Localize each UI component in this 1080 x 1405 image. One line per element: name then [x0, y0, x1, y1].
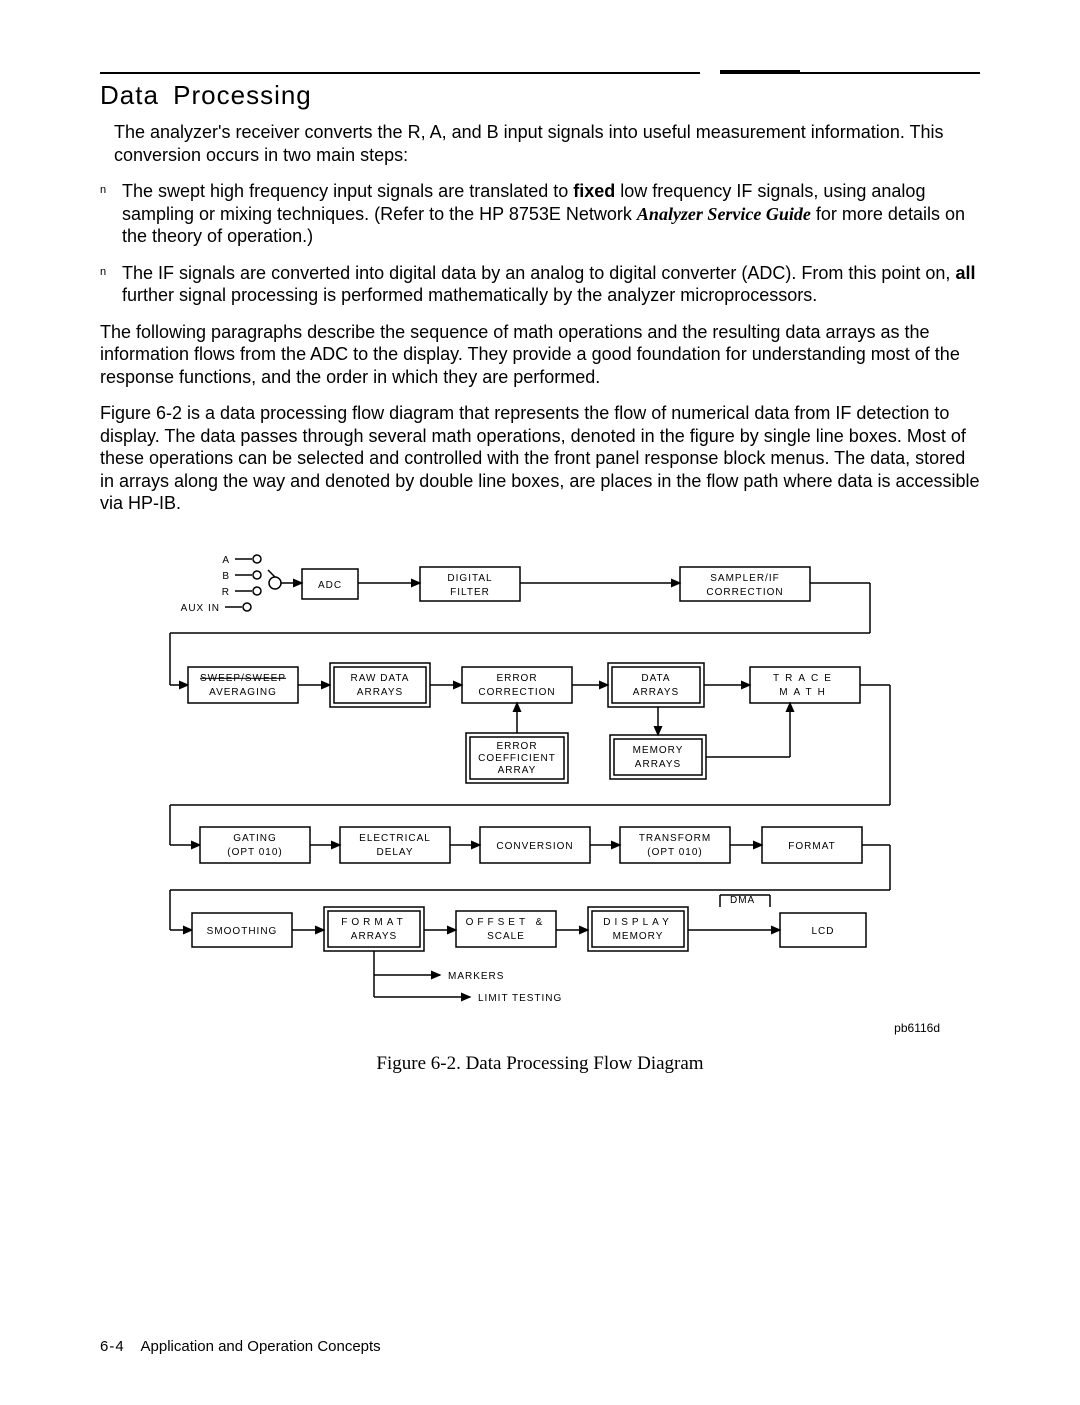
- conv-label: CONVERSION: [496, 841, 573, 852]
- smooth-label: SMOOTHING: [207, 926, 278, 937]
- bullet-marker: n: [100, 184, 106, 198]
- trace-l2: MATH: [779, 687, 831, 698]
- input-a-label: A: [222, 555, 230, 566]
- bullet-text-pre: The IF signals are converted into digita…: [122, 263, 955, 283]
- header-rule: [100, 70, 980, 74]
- offset-l1: OFFSET &: [466, 917, 547, 928]
- list-item: n The IF signals are converted into digi…: [100, 262, 980, 307]
- errcoef-l2: COEFFICIENT: [478, 753, 556, 764]
- figure-caption: Figure 6-2. Data Processing Flow Diagram: [100, 1053, 980, 1075]
- errcoef-l1: ERROR: [496, 741, 537, 752]
- sweep-l2: AVERAGING: [209, 687, 277, 698]
- adc-label: ADC: [318, 580, 342, 591]
- input-b-label: B: [222, 571, 230, 582]
- farr-l1: FORMAT: [341, 917, 406, 928]
- footer-label: Application and Operation Concepts: [141, 1338, 381, 1355]
- sweep-l1: SWEEP/SWEEP: [200, 673, 286, 684]
- farr-l2: ARRAYS: [351, 931, 397, 942]
- offset-l2: SCALE: [487, 931, 525, 942]
- gating-l1: GATING: [233, 833, 277, 844]
- edelay-l1: ELECTRICAL: [359, 833, 431, 844]
- markers-label: MARKERS: [448, 971, 504, 982]
- raw-l1: RAW DATA: [351, 673, 410, 684]
- intro-paragraph: The analyzer's receiver converts the R, …: [114, 121, 980, 166]
- figure-6-2: A B R AUX IN ADC DIGITAL FILTER SAMPLER/…: [100, 545, 980, 1075]
- format-label: FORMAT: [788, 841, 835, 852]
- trans-l2: (OPT 010): [647, 847, 703, 858]
- disp-l1: DISPLAY: [603, 917, 673, 928]
- flow-diagram: A B R AUX IN ADC DIGITAL FILTER SAMPLER/…: [130, 545, 950, 1015]
- dma-label: DMA: [730, 895, 755, 906]
- page-number: 6-4: [100, 1338, 125, 1355]
- bullet-list: n The swept high frequency input signals…: [100, 180, 980, 307]
- disp-l2: MEMORY: [613, 931, 664, 942]
- paragraph: The following paragraphs describe the se…: [100, 321, 980, 389]
- raw-l2: ARRAYS: [357, 687, 403, 698]
- bullet-bold: fixed: [573, 181, 615, 201]
- paragraph: Figure 6-2 is a data processing flow dia…: [100, 402, 980, 515]
- bullet-plain: HP 8753E Network: [479, 204, 637, 224]
- errcoef-l3: ARRAY: [498, 765, 537, 776]
- input-aux-label: AUX IN: [181, 603, 220, 614]
- mem-l2: ARRAYS: [635, 759, 681, 770]
- data-l1: DATA: [641, 673, 670, 684]
- edelay-l2: DELAY: [376, 847, 413, 858]
- sampler-l1: SAMPLER/IF: [710, 573, 779, 584]
- trace-l1: TRACE: [773, 673, 837, 684]
- error-l1: ERROR: [496, 673, 537, 684]
- trans-l1: TRANSFORM: [639, 833, 711, 844]
- sampler-l2: CORRECTION: [706, 587, 783, 598]
- error-l2: CORRECTION: [478, 687, 555, 698]
- list-item: n The swept high frequency input signals…: [100, 180, 980, 248]
- lcd-label: LCD: [811, 926, 834, 937]
- diagram-id: pb6116d: [100, 1021, 980, 1035]
- mem-l1: MEMORY: [633, 745, 684, 756]
- input-r-label: R: [222, 587, 230, 598]
- data-l2: ARRAYS: [633, 687, 679, 698]
- bullet-marker: n: [100, 266, 106, 280]
- digital-filter-l2: FILTER: [450, 587, 490, 598]
- bullet-text-pre: The swept high frequency input signals a…: [122, 181, 573, 201]
- gating-l2: (OPT 010): [227, 847, 283, 858]
- limit-label: LIMIT TESTING: [478, 993, 562, 1004]
- bullet-italic-bold: Analyzer Service Guide: [637, 204, 811, 224]
- page-footer: 6-4 Application and Operation Concepts: [100, 1338, 381, 1355]
- bullet-text-mid: further signal processing is performed m…: [122, 285, 817, 305]
- digital-filter-l1: DIGITAL: [447, 573, 492, 584]
- section-title: Data Processing: [100, 80, 980, 111]
- bullet-bold: all: [955, 263, 975, 283]
